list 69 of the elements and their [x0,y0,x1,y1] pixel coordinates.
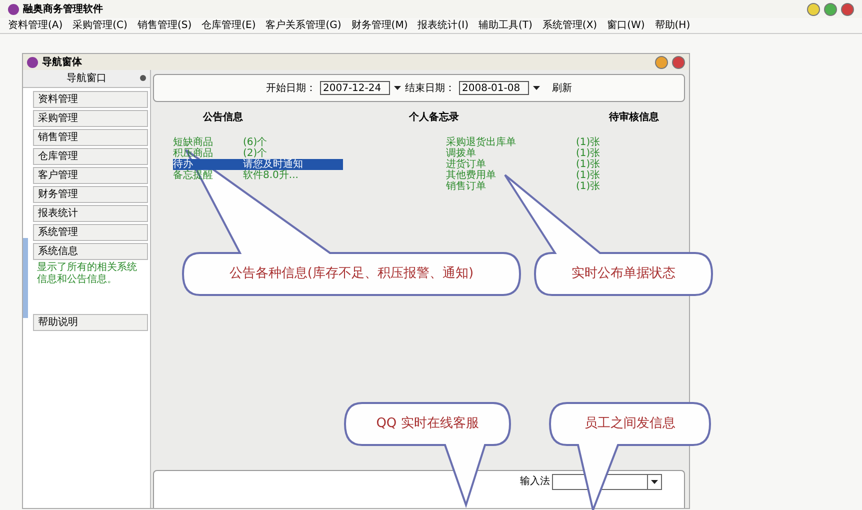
column-header: 待审核信息 [609,110,659,125]
column-header: 公告信息 [203,110,244,125]
memo-count: (1)张 [576,137,600,148]
menu-item[interactable]: 帮助(H) [654,18,690,33]
callout-text: 公告各种信息(库存不足、积压报警、通知) [228,265,475,284]
nav-item[interactable]: 仓库管理 [33,148,148,165]
app-icon [8,4,19,14]
scroll-bar[interactable] [23,238,28,318]
memo-count: (1)张 [576,148,600,159]
minimize-button[interactable] [807,2,820,16]
nav-item[interactable]: 财务管理 [33,186,148,203]
nav-item[interactable]: 报表统计 [33,205,148,222]
menu-item[interactable]: 仓库管理(E) [202,18,256,33]
menu-item[interactable]: 采购管理(C) [72,18,128,33]
notice-name: 短缺商品 [173,137,214,148]
minimize-button[interactable] [655,56,668,68]
callout-text: 员工之间发信息 [584,415,676,434]
memo-item[interactable]: 销售订单 [446,181,576,192]
menu-item[interactable]: 资料管理(A) [8,18,63,33]
column-header: 个人备忘录 [409,110,460,125]
notice-row[interactable]: 短缺商品 (6)个 [173,137,343,148]
nav-item[interactable]: 资料管理 [33,91,148,108]
memo-item[interactable]: 进货订单 [446,159,576,170]
memo-count: (1)张 [576,159,600,170]
nav-item[interactable]: 系统信息 [33,243,148,260]
menu-item[interactable]: 销售管理(S) [137,18,192,33]
notice-value: (6)个 [243,137,268,148]
memo-count: (1)张 [576,181,600,192]
memo-item[interactable]: 调拨单 [446,148,576,159]
start-date-label: 开始日期： [266,82,316,96]
close-button[interactable] [841,2,854,16]
dropdown-button[interactable] [647,475,661,489]
nav-item[interactable]: 帮助说明 [33,314,148,331]
callout-text: 实时公布单据状态 [570,265,676,284]
menu-item[interactable]: 报表统计(I) [418,18,468,33]
caret-icon [651,480,658,484]
menu-item[interactable]: 客户关系管理(G) [266,18,342,33]
menu-item[interactable]: 系统管理(X) [542,18,598,33]
menu-item[interactable]: 窗口(W) [607,18,645,33]
nav-item[interactable]: 采购管理 [33,110,148,127]
memo-item[interactable]: 采购退货出库单 [446,137,576,148]
notice-name: 待办 [173,159,193,170]
end-date-label: 结束日期： [405,82,455,96]
panel-title: 导航窗口 [66,72,106,86]
notice-row[interactable]: 待办 请您及时通知 [173,159,343,170]
notice-value: 请您及时通知 [243,159,303,170]
nav-item[interactable]: 系统管理 [33,224,148,241]
pin-icon[interactable] [140,75,146,81]
caret-icon[interactable] [533,86,540,90]
app-icon [27,56,38,68]
caret-icon[interactable] [394,86,401,90]
menu-item[interactable]: 财务管理(M) [351,18,408,33]
window-title: 导航窗体 [42,55,82,70]
memo-item[interactable]: 其他费用单 [446,170,576,181]
refresh-button[interactable]: 刷新 [552,80,572,96]
memo-count: (1)张 [576,170,600,181]
nav-description: 显示了所有的相关系统信息和公告信息。 [36,262,138,287]
nav-item[interactable]: 客户管理 [33,167,148,184]
window-title: 融奥商务管理软件 [23,2,103,16]
close-button[interactable] [672,56,685,68]
end-date-field[interactable]: 2008-01-08 [459,81,529,95]
nav-item[interactable]: 销售管理 [33,129,148,146]
notice-value: (2)个 [243,148,268,159]
callout-text: QQ 实时在线客服 [375,415,480,434]
start-date-field[interactable]: 2007-12-24 [320,81,390,95]
maximize-button[interactable] [824,2,837,16]
menu-item[interactable]: 辅助工具(T) [478,18,532,33]
input-method-label: 输入法 [520,474,550,489]
notice-value: 软件8.0升... [243,170,298,181]
